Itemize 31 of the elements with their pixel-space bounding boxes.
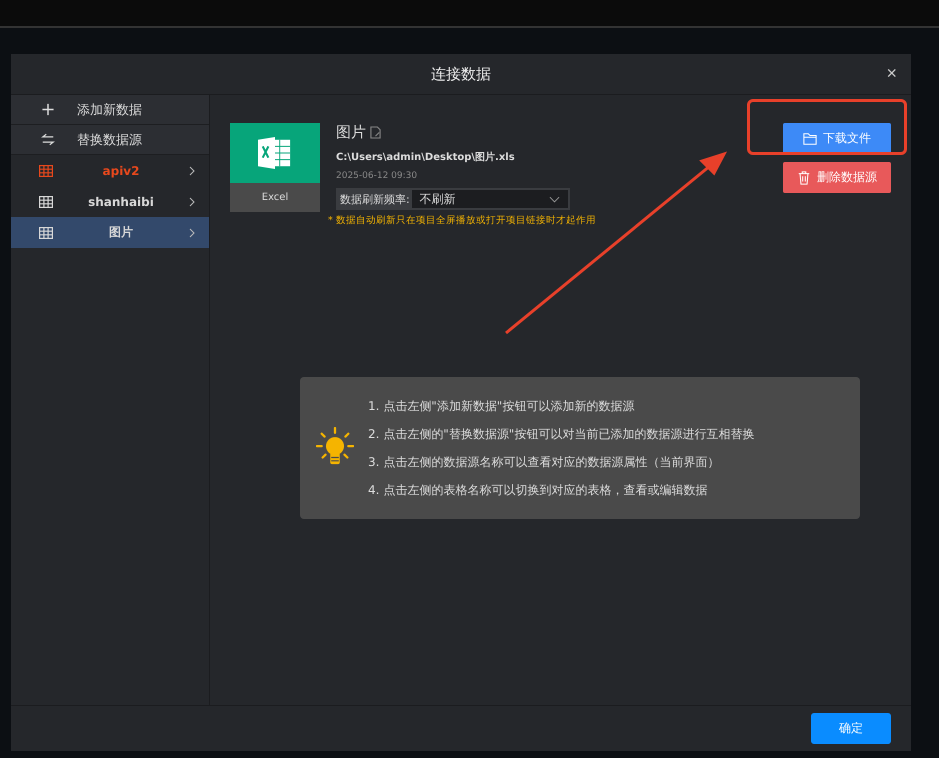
dialog-title: 连接数据: [431, 64, 491, 84]
table-item[interactable]: shanhaibi: [11, 186, 209, 217]
tip-text: 4. 点击左侧的表格名称可以切换到对应的表格，查看或编辑数据: [368, 482, 708, 498]
tip-text: 2. 点击左侧的"替换数据源"按钮可以对当前已添加的数据源进行互相替换: [368, 426, 754, 442]
close-button[interactable]: ×: [884, 63, 899, 83]
sidebar-action[interactable]: 替换数据源: [11, 125, 209, 155]
tip-text: 3. 点击左侧的数据源名称可以查看对应的数据源属性（当前界面）: [368, 454, 720, 470]
plus-icon: [41, 103, 55, 116]
tip-text: 1. 点击左侧"添加新数据"按钮可以添加新的数据源: [368, 398, 636, 414]
table-item[interactable]: 图片: [11, 217, 209, 248]
refresh-select[interactable]: 不刷新: [412, 190, 568, 208]
folder-icon: [803, 132, 817, 146]
table-item[interactable]: apiv2: [11, 155, 209, 186]
trash-icon: [797, 170, 811, 184]
refresh-label: 数据刷新频率:: [339, 192, 411, 206]
edit-file-icon[interactable]: [370, 126, 381, 139]
chevron-right-icon: [189, 228, 195, 238]
file-path: C:\Users\admin\Desktop\图片.xls: [336, 150, 516, 164]
delete-button[interactable]: 删除数据源: [783, 162, 891, 193]
file-type-label: Excel: [230, 183, 320, 212]
chevron-right-icon: [189, 196, 195, 206]
file-time: 2025-06-12 09:30: [336, 171, 418, 181]
swap-arrows-icon: [41, 133, 55, 146]
table-icon: [39, 226, 53, 238]
chevron-down-icon: [548, 196, 560, 202]
table-icon: [39, 164, 53, 176]
file-name: 图片: [336, 123, 366, 142]
table-icon: [39, 196, 53, 208]
chevron-right-icon: [189, 166, 195, 176]
sidebar-action[interactable]: 添加新数据: [11, 95, 209, 125]
refresh-note: * 数据自动刷新只在项目全屏播放或打开项目链接时才起作用: [328, 214, 597, 227]
